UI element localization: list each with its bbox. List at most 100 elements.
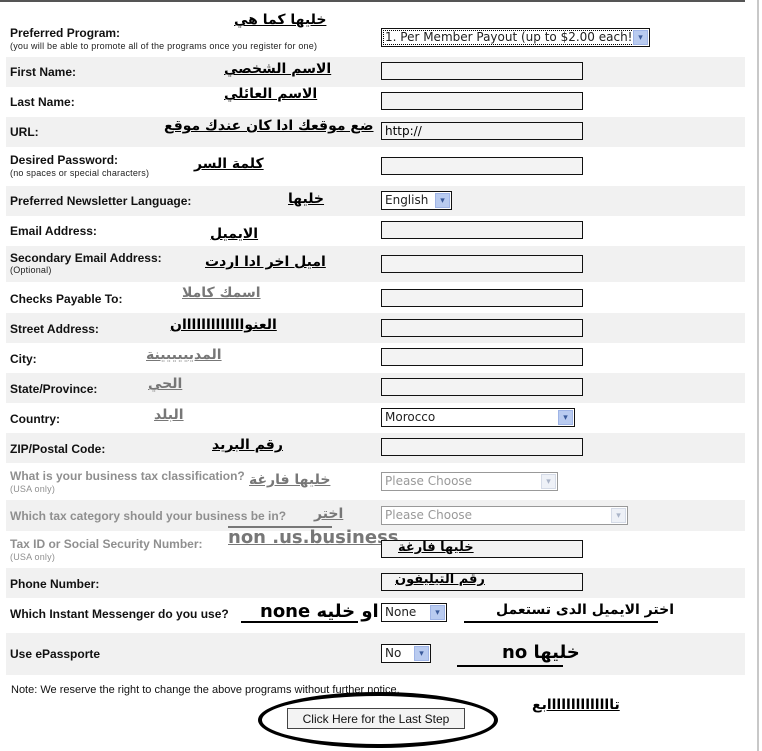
newsletter-language-value: English bbox=[385, 193, 429, 207]
row-zip: ZIP/Postal Code: رقم البريد bbox=[6, 433, 745, 463]
label-secondary-email: Secondary Email Address: bbox=[10, 251, 162, 265]
annotation-instant-messenger: none او خليه bbox=[260, 601, 379, 622]
sublabel-preferred-program: (you will be able to promote all of the … bbox=[10, 41, 318, 51]
last-name-input[interactable] bbox=[381, 92, 583, 110]
street-address-input[interactable] bbox=[381, 319, 583, 337]
preferred-program-select[interactable]: 1. Per Member Payout (up to $2.00 each!)… bbox=[381, 28, 650, 47]
instant-messenger-select[interactable]: None ▾ bbox=[381, 603, 447, 622]
annotation-preferred-program: خليها كما هي bbox=[234, 12, 327, 28]
row-desired-password: Desired Password: (no spaces or special … bbox=[6, 147, 745, 186]
terms-note: Note: We reserve the right to change the… bbox=[11, 684, 400, 696]
epassporte-value: No bbox=[385, 646, 402, 660]
annotation-tax-classification: خليها فارغة bbox=[249, 472, 331, 488]
annotation-state-province: الحي bbox=[148, 376, 183, 392]
label-city: City: bbox=[10, 352, 37, 366]
annotation-zip: رقم البريد bbox=[212, 437, 283, 453]
sublabel-desired-password: (no spaces or special characters) bbox=[10, 168, 150, 178]
chevron-down-icon: ▾ bbox=[558, 410, 573, 425]
label-last-name: Last Name: bbox=[10, 95, 75, 109]
tax-category-value: Please Choose bbox=[385, 508, 473, 522]
annotation-tax-id: خليها فارغة bbox=[398, 540, 474, 555]
newsletter-language-select[interactable]: English ▾ bbox=[381, 191, 452, 210]
label-tax-id: Tax ID or Social Security Number: bbox=[10, 537, 203, 551]
annotation-country: البلد bbox=[154, 407, 184, 423]
label-desired-password: Desired Password: bbox=[10, 153, 119, 167]
annotation-tax-category: اختر bbox=[314, 506, 344, 522]
state-province-input[interactable] bbox=[381, 378, 583, 396]
chevron-down-icon: ▾ bbox=[541, 474, 556, 489]
label-phone: Phone Number: bbox=[10, 577, 100, 591]
country-value: Morocco bbox=[385, 410, 436, 424]
preferred-program-value: 1. Per Member Payout (up to $2.00 each!) bbox=[385, 30, 638, 44]
country-select[interactable]: Morocco ▾ bbox=[381, 408, 575, 427]
annotation-secondary-email: اميل اخر ادا اردت bbox=[205, 254, 326, 270]
label-tax-category: Which tax category should your business … bbox=[10, 509, 287, 523]
row-tax-classification: What is your business tax classification… bbox=[6, 463, 745, 500]
row-url: URL: ضع موقعك ادا كان عندك موقع bbox=[6, 117, 745, 147]
row-state-province: State/Province: الحي bbox=[6, 373, 745, 403]
annotation-epassporte: خليها no bbox=[502, 642, 580, 663]
label-epassporte: Use ePassporte bbox=[10, 647, 101, 661]
chevron-down-icon: ▾ bbox=[435, 193, 450, 208]
zip-input[interactable] bbox=[381, 438, 583, 456]
annotation-city: المديييييينة bbox=[146, 347, 222, 363]
tax-category-select[interactable]: Please Choose ▾ bbox=[381, 506, 628, 525]
annotation-underline bbox=[241, 621, 358, 623]
annotation-instant-messenger-right: اختر الايميل الدى تستعمل bbox=[496, 602, 674, 618]
row-country: Country: البلد Morocco ▾ bbox=[6, 403, 745, 433]
label-zip: ZIP/Postal Code: bbox=[10, 442, 106, 456]
label-first-name: First Name: bbox=[10, 65, 77, 79]
annotation-checks-payable: اسمك كاملا bbox=[182, 285, 261, 301]
row-first-name: First Name: الاسم الشخصي bbox=[6, 57, 745, 87]
tax-classification-select[interactable]: Please Choose ▾ bbox=[381, 472, 558, 491]
url-input[interactable] bbox=[381, 122, 583, 140]
label-checks-payable: Checks Payable To: bbox=[10, 292, 123, 306]
city-input[interactable] bbox=[381, 348, 583, 366]
annotation-newsletter-language: خليها bbox=[288, 191, 325, 207]
chevron-down-icon: ▾ bbox=[430, 605, 445, 620]
annotation-phone: رقم التيليفون bbox=[395, 572, 485, 587]
label-preferred-program: Preferred Program: bbox=[10, 26, 121, 40]
sublabel-tax-id: (USA only) bbox=[10, 552, 56, 562]
row-city: City: المديييييينة bbox=[6, 343, 745, 373]
row-newsletter-language: Preferred Newsletter Language: خليها Eng… bbox=[6, 186, 745, 216]
row-email: Email Address: الايميل bbox=[6, 216, 745, 246]
row-epassporte: Use ePassporte No ▾ خليها no bbox=[6, 633, 745, 675]
chevron-down-icon: ▾ bbox=[633, 30, 648, 45]
label-email: Email Address: bbox=[10, 224, 97, 238]
label-state-province: State/Province: bbox=[10, 382, 98, 396]
instant-messenger-value: None bbox=[385, 605, 417, 619]
row-preferred-program: Preferred Program: (you will be able to … bbox=[6, 12, 745, 56]
password-input[interactable] bbox=[381, 157, 583, 175]
email-input[interactable] bbox=[381, 221, 583, 239]
checks-payable-input[interactable] bbox=[381, 289, 583, 307]
annotation-first-name: الاسم الشخصي bbox=[224, 61, 332, 77]
sublabel-tax-classification: (USA only) bbox=[10, 484, 56, 494]
annotation-non-us-business: non .us.business bbox=[228, 527, 399, 548]
label-url: URL: bbox=[10, 125, 39, 139]
last-step-button[interactable]: Click Here for the Last Step bbox=[287, 708, 465, 729]
label-tax-classification: What is your business tax classification… bbox=[10, 469, 245, 483]
first-name-input[interactable] bbox=[381, 62, 583, 80]
page-right-edge bbox=[757, 0, 759, 751]
annotation-last-name: الاسم العائلي bbox=[224, 86, 318, 102]
label-country: Country: bbox=[10, 412, 60, 426]
chevron-down-icon: ▾ bbox=[611, 508, 626, 523]
annotation-url: ضع موقعك ادا كان عندك موقع bbox=[164, 118, 374, 134]
row-checks-payable: Checks Payable To: اسمك كاملا bbox=[6, 282, 745, 313]
row-instant-messenger: Which Instant Messenger do you use? none… bbox=[6, 598, 745, 633]
top-divider bbox=[0, 0, 745, 2]
row-last-name: Last Name: الاسم العائلي bbox=[6, 86, 745, 117]
label-instant-messenger: Which Instant Messenger do you use? bbox=[10, 607, 229, 621]
chevron-down-icon: ▾ bbox=[414, 646, 429, 661]
label-newsletter-language: Preferred Newsletter Language: bbox=[10, 194, 192, 208]
secondary-email-input[interactable] bbox=[381, 255, 583, 273]
sublabel-secondary-email: (Optional) bbox=[10, 265, 52, 275]
epassporte-select[interactable]: No ▾ bbox=[381, 644, 431, 663]
tax-classification-value: Please Choose bbox=[385, 474, 473, 488]
annotation-underline bbox=[457, 665, 563, 667]
annotation-street-address: العنوااااااااااااان bbox=[170, 317, 277, 333]
annotation-underline bbox=[464, 621, 658, 623]
row-tax-id: Tax ID or Social Security Number: (USA o… bbox=[6, 527, 745, 568]
row-phone: Phone Number: رقم التيليفون bbox=[6, 568, 745, 598]
